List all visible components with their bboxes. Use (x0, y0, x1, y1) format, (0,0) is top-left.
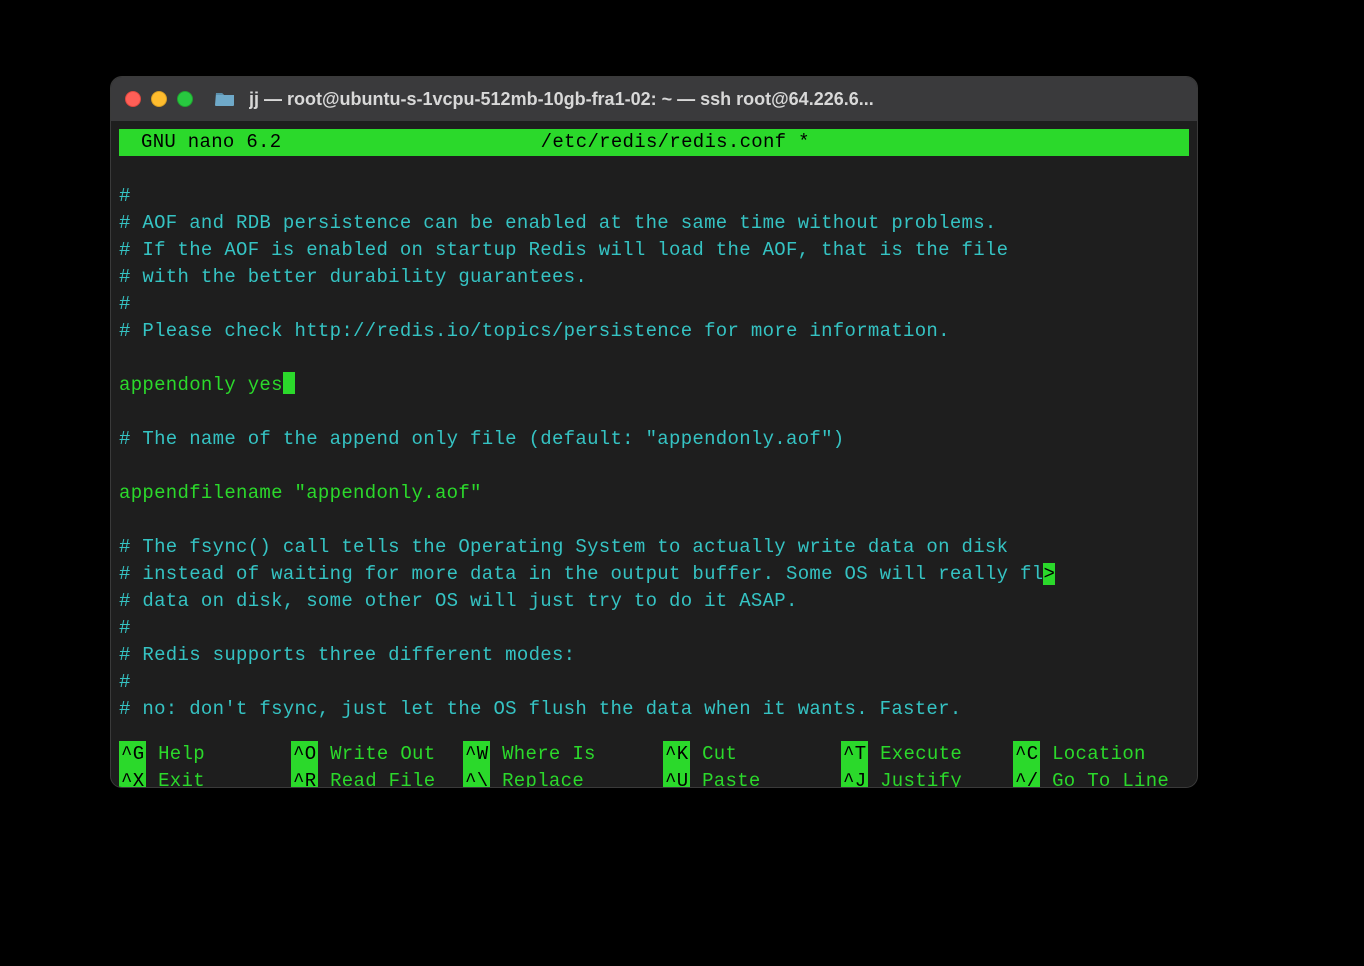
shortcut-row: ^X Exit ^R Read File ^\ Replace ^U Paste… (119, 768, 1189, 788)
editor-content[interactable]: # # AOF and RDB persistence can be enabl… (119, 156, 1189, 723)
editor-line: # Please check http://redis.io/topics/pe… (119, 320, 950, 342)
shortcut-justify[interactable]: ^J Justify (841, 768, 1013, 788)
editor-line: # (119, 671, 131, 693)
shortcut-cut[interactable]: ^K Cut (663, 741, 841, 768)
shortcut-read-file[interactable]: ^R Read File (291, 768, 463, 788)
shortcut-goto-line[interactable]: ^/ Go To Line (1013, 768, 1185, 788)
nano-app-name: GNU nano 6.2 (119, 129, 281, 156)
cursor-icon (283, 372, 295, 394)
shortcut-replace[interactable]: ^\ Replace (463, 768, 663, 788)
maximize-icon[interactable] (177, 91, 193, 107)
shortcut-write-out[interactable]: ^O Write Out (291, 741, 463, 768)
nano-header: GNU nano 6.2 /etc/redis/redis.conf * (119, 129, 1189, 156)
shortcut-exit[interactable]: ^X Exit (119, 768, 291, 788)
editor-line: # (119, 185, 131, 207)
editor-line: # The fsync() call tells the Operating S… (119, 536, 1008, 558)
shortcut-execute[interactable]: ^T Execute (841, 741, 1013, 768)
shortcut-paste[interactable]: ^U Paste (663, 768, 841, 788)
terminal-body[interactable]: GNU nano 6.2 /etc/redis/redis.conf * # #… (111, 121, 1197, 788)
editor-line: # Redis supports three different modes: (119, 644, 575, 666)
editor-line: # data on disk, some other OS will just … (119, 590, 798, 612)
shortcut-row: ^G Help ^O Write Out ^W Where Is ^K Cut … (119, 741, 1189, 768)
editor-line-active: appendfilename "appendonly.aof" (119, 482, 482, 504)
editor-line: # instead of waiting for more data in th… (119, 563, 1043, 585)
editor-line: # (119, 293, 131, 315)
editor-line: # with the better durability guarantees. (119, 266, 587, 288)
shortcut-where-is[interactable]: ^W Where Is (463, 741, 663, 768)
editor-line-active: appendonly yes (119, 374, 283, 396)
editor-line: # The name of the append only file (defa… (119, 428, 845, 450)
window-title: jj — root@ubuntu-s-1vcpu-512mb-10gb-fra1… (249, 89, 1183, 110)
minimize-icon[interactable] (151, 91, 167, 107)
line-continuation-icon: > (1043, 563, 1055, 585)
shortcut-help[interactable]: ^G Help (119, 741, 291, 768)
nano-shortcuts: ^G Help ^O Write Out ^W Where Is ^K Cut … (119, 741, 1189, 788)
nano-file-name: /etc/redis/redis.conf * (281, 129, 1069, 156)
titlebar: jj — root@ubuntu-s-1vcpu-512mb-10gb-fra1… (111, 77, 1197, 121)
shortcut-location[interactable]: ^C Location (1013, 741, 1185, 768)
editor-line: # If the AOF is enabled on startup Redis… (119, 239, 1008, 261)
folder-icon (215, 91, 235, 107)
editor-line: # no: don't fsync, just let the OS flush… (119, 698, 962, 720)
editor-line: # (119, 617, 131, 639)
close-icon[interactable] (125, 91, 141, 107)
window-controls (125, 91, 193, 107)
terminal-window: jj — root@ubuntu-s-1vcpu-512mb-10gb-fra1… (110, 76, 1198, 788)
editor-line: # AOF and RDB persistence can be enabled… (119, 212, 997, 234)
